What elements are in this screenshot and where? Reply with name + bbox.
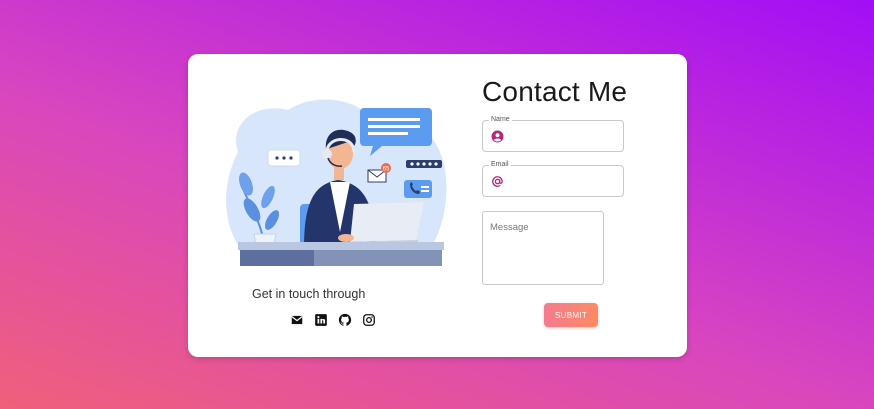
support-agent-illustration: 65 [226, 99, 447, 266]
get-in-touch-label: Get in touch through [252, 287, 366, 301]
user-circle-icon [491, 130, 504, 143]
name-label: Name [489, 115, 512, 125]
github-icon[interactable] [338, 313, 352, 327]
linkedin-icon[interactable] [314, 313, 328, 327]
name-field[interactable]: Name [482, 115, 624, 152]
page-title: Contact Me [482, 76, 628, 107]
email-input[interactable] [509, 172, 621, 192]
message-field[interactable] [482, 211, 604, 285]
instagram-icon[interactable] [362, 313, 376, 327]
contact-card: 65 Get in touch through Contact Me Name … [188, 54, 687, 357]
social-links [290, 313, 376, 327]
name-input[interactable] [509, 127, 621, 147]
message-input[interactable] [483, 212, 603, 284]
mail-icon[interactable] [290, 313, 304, 327]
submit-button[interactable]: SUBMIT [544, 303, 598, 327]
at-sign-icon [492, 176, 503, 187]
email-label: Email [489, 160, 511, 170]
email-field[interactable]: Email [482, 160, 624, 197]
notification-badge: 65 [383, 167, 390, 173]
